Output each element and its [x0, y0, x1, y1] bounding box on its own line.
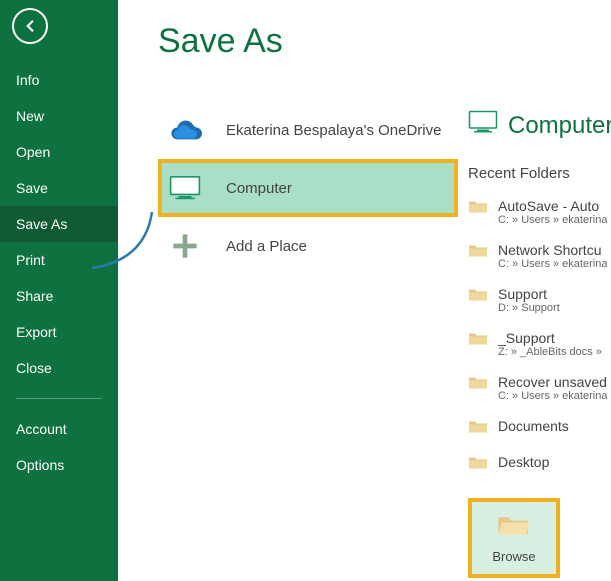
recent-folder[interactable]: Documents: [468, 412, 611, 448]
folder-icon: [468, 374, 488, 394]
folder-icon: [468, 418, 488, 438]
folder-icon: [468, 198, 488, 218]
folder-name: AutoSave - Auto: [498, 198, 607, 214]
sidebar-item-open[interactable]: Open: [0, 134, 118, 170]
sidebar-item-print[interactable]: Print: [0, 242, 118, 278]
sidebar-divider: [16, 398, 102, 399]
back-button[interactable]: [12, 8, 48, 44]
cloud-icon: [168, 115, 202, 145]
sidebar-item-save-as[interactable]: Save As: [0, 206, 118, 242]
place-computer-label: Computer: [226, 180, 292, 197]
recent-folder[interactable]: AutoSave - AutoC: » Users » ekaterina: [468, 192, 611, 236]
place-computer[interactable]: Computer: [158, 159, 458, 217]
place-onedrive[interactable]: Ekaterina Bespalaya's OneDrive: [158, 101, 458, 159]
folder-name: Desktop: [498, 454, 549, 470]
computer-icon: [168, 173, 202, 203]
plus-icon: [168, 231, 202, 261]
location-header-text: Computer: [508, 112, 611, 140]
sidebar-item-save[interactable]: Save: [0, 170, 118, 206]
recent-folder[interactable]: Network ShortcuC: » Users » ekaterina: [468, 236, 611, 280]
browse-label: Browse: [492, 549, 535, 564]
folder-icon: [468, 454, 488, 474]
folder-path: Z: » _AbleBits docs »: [498, 346, 602, 358]
folder-name: _Support: [498, 330, 602, 346]
folder-path: C: » Users » ekaterina: [498, 258, 607, 270]
recent-folders-label: Recent Folders: [468, 165, 611, 182]
recent-folders-list: AutoSave - AutoC: » Users » ekaterinaNet…: [468, 192, 611, 484]
folder-open-icon: [496, 512, 532, 541]
folder-name: Documents: [498, 418, 569, 434]
browse-button[interactable]: Browse: [468, 498, 560, 578]
folder-name: Recover unsaved: [498, 374, 607, 390]
sidebar-item-new[interactable]: New: [0, 98, 118, 134]
recent-folder[interactable]: _SupportZ: » _AbleBits docs »: [468, 324, 611, 368]
place-add-label: Add a Place: [226, 238, 307, 255]
folder-icon: [468, 330, 488, 350]
computer-icon: [468, 110, 498, 141]
sidebar-item-export[interactable]: Export: [0, 314, 118, 350]
place-add[interactable]: Add a Place: [158, 217, 458, 275]
sidebar-item-close[interactable]: Close: [0, 350, 118, 386]
sidebar-item-options[interactable]: Options: [0, 447, 118, 483]
folder-icon: [468, 242, 488, 262]
page-title: Save As: [158, 22, 458, 61]
sidebar-item-info[interactable]: Info: [0, 62, 118, 98]
recent-folder[interactable]: SupportD: » Support: [468, 280, 611, 324]
folder-path: C: » Users » ekaterina: [498, 390, 607, 402]
folder-name: Support: [498, 286, 560, 302]
folder-icon: [468, 286, 488, 306]
sidebar-item-share[interactable]: Share: [0, 278, 118, 314]
folder-path: D: » Support: [498, 302, 560, 314]
recent-folder[interactable]: Recover unsavedC: » Users » ekaterina: [468, 368, 611, 412]
folder-path: C: » Users » ekaterina: [498, 214, 607, 226]
location-header: Computer: [468, 110, 611, 141]
backstage-sidebar: Info New Open Save Save As Print Share E…: [0, 0, 118, 581]
recent-folder[interactable]: Desktop: [468, 448, 611, 484]
sidebar-item-account[interactable]: Account: [0, 411, 118, 447]
place-onedrive-label: Ekaterina Bespalaya's OneDrive: [226, 122, 441, 139]
folder-name: Network Shortcu: [498, 242, 607, 258]
